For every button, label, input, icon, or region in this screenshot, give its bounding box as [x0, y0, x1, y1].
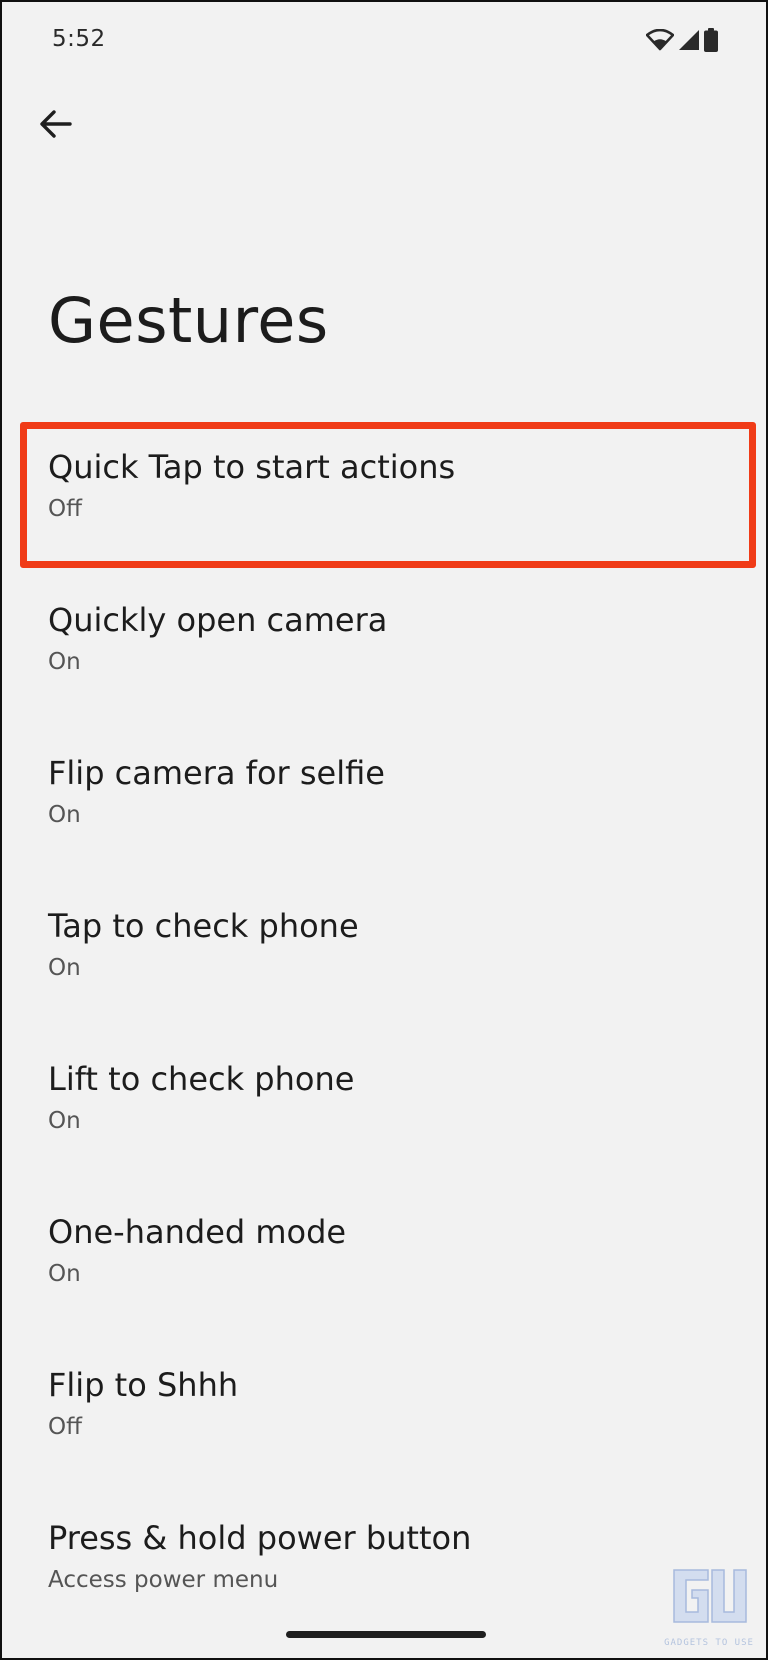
status-icons — [645, 28, 718, 56]
settings-list: Quick Tap to start actions Off Quickly o… — [2, 422, 766, 1646]
setting-summary: Access power menu — [48, 1567, 279, 1593]
setting-title: Press & hold power button — [48, 1519, 472, 1557]
watermark-logo: GADGETS TO USE — [664, 1562, 754, 1648]
settings-screen: 5:52 Gestures Quick Tap to start actions… — [0, 0, 768, 1660]
wifi-icon — [645, 28, 675, 55]
cellular-signal-icon — [678, 29, 700, 55]
gesture-navigation-handle[interactable] — [286, 1631, 486, 1638]
setting-tap-to-check-phone[interactable]: Tap to check phone On — [2, 881, 766, 1034]
setting-one-handed-mode[interactable]: One-handed mode On — [2, 1187, 766, 1340]
setting-title: Tap to check phone — [48, 907, 359, 945]
setting-title: Quickly open camera — [48, 601, 388, 639]
back-button[interactable] — [32, 102, 80, 150]
page-title: Gestures — [48, 284, 329, 357]
setting-title: Flip camera for selfie — [48, 754, 385, 792]
arrow-left-icon — [39, 109, 73, 143]
setting-title: Lift to check phone — [48, 1060, 355, 1098]
setting-title: Flip to Shhh — [48, 1366, 239, 1404]
setting-summary: On — [48, 1108, 81, 1134]
setting-summary: On — [48, 955, 81, 981]
battery-icon — [704, 28, 718, 56]
setting-title: Quick Tap to start actions — [48, 448, 456, 486]
setting-flip-camera-selfie[interactable]: Flip camera for selfie On — [2, 728, 766, 881]
setting-summary: On — [48, 802, 81, 828]
setting-lift-to-check-phone[interactable]: Lift to check phone On — [2, 1034, 766, 1187]
status-bar: 5:52 — [2, 2, 766, 82]
setting-quick-tap[interactable]: Quick Tap to start actions Off — [2, 422, 766, 575]
setting-title: One-handed mode — [48, 1213, 347, 1251]
setting-summary: On — [48, 649, 81, 675]
setting-summary: Off — [48, 1414, 82, 1440]
setting-quickly-open-camera[interactable]: Quickly open camera On — [2, 575, 766, 728]
setting-press-hold-power[interactable]: Press & hold power button Access power m… — [2, 1493, 766, 1646]
setting-summary: On — [48, 1261, 81, 1287]
watermark-text: GADGETS TO USE — [664, 1638, 754, 1648]
status-time: 5:52 — [52, 26, 106, 52]
setting-flip-to-shhh[interactable]: Flip to Shhh Off — [2, 1340, 766, 1493]
setting-summary: Off — [48, 496, 82, 522]
